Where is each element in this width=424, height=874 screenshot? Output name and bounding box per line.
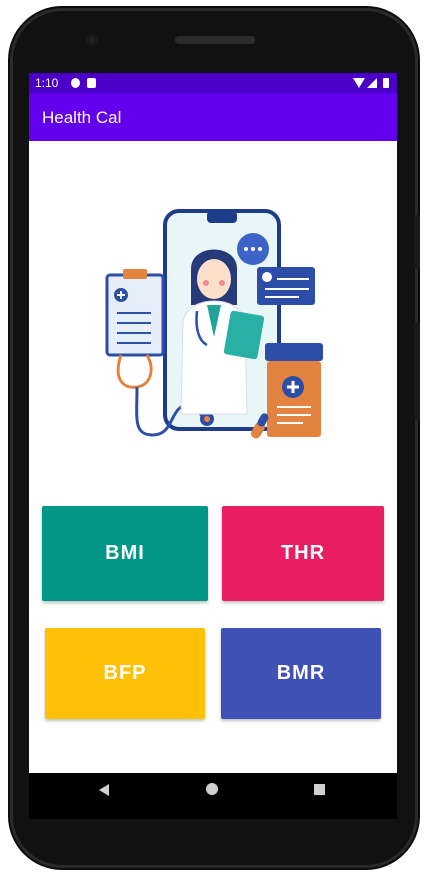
navigation-bar [29,773,397,819]
phone-notch [207,211,237,223]
bfp-button-label: BFP [103,662,147,684]
thr-button-label: THR [280,542,326,564]
app-title: Health Cal [42,108,122,127]
status-time: 1:10 [35,76,59,90]
screen: 1:10 Health Cal BMI THR BFP BMR [29,73,397,773]
bfp-button[interactable]: BFP [45,628,205,719]
bmi-button-label: BMI [105,542,145,564]
bmr-button-label: BMR [276,662,326,684]
battery-icon [383,78,389,88]
medicine-bottle [267,361,321,437]
medicine-bottle-cap [265,343,323,361]
stethoscope-tube [116,354,153,389]
home-icon[interactable] [206,783,218,795]
notification-icon [71,78,80,88]
recent-apps-icon[interactable] [314,784,325,795]
status-bar: 1:10 [29,73,397,93]
clipboard-clip [123,269,147,279]
bmr-button[interactable]: BMR [221,628,381,719]
earpiece-speaker [175,36,255,44]
signal-icon [367,78,377,88]
back-icon[interactable] [99,784,109,796]
doctor-face [197,259,231,299]
bmi-button[interactable]: BMI [42,506,208,601]
power-button [414,215,420,269]
app-bar: Health Cal [29,93,397,141]
thr-button[interactable]: THR [222,506,384,601]
sim-icon [87,78,96,88]
wifi-icon [353,78,365,88]
volume-button [414,322,420,420]
front-camera [86,34,98,46]
doctor-phone-illustration [105,209,323,439]
